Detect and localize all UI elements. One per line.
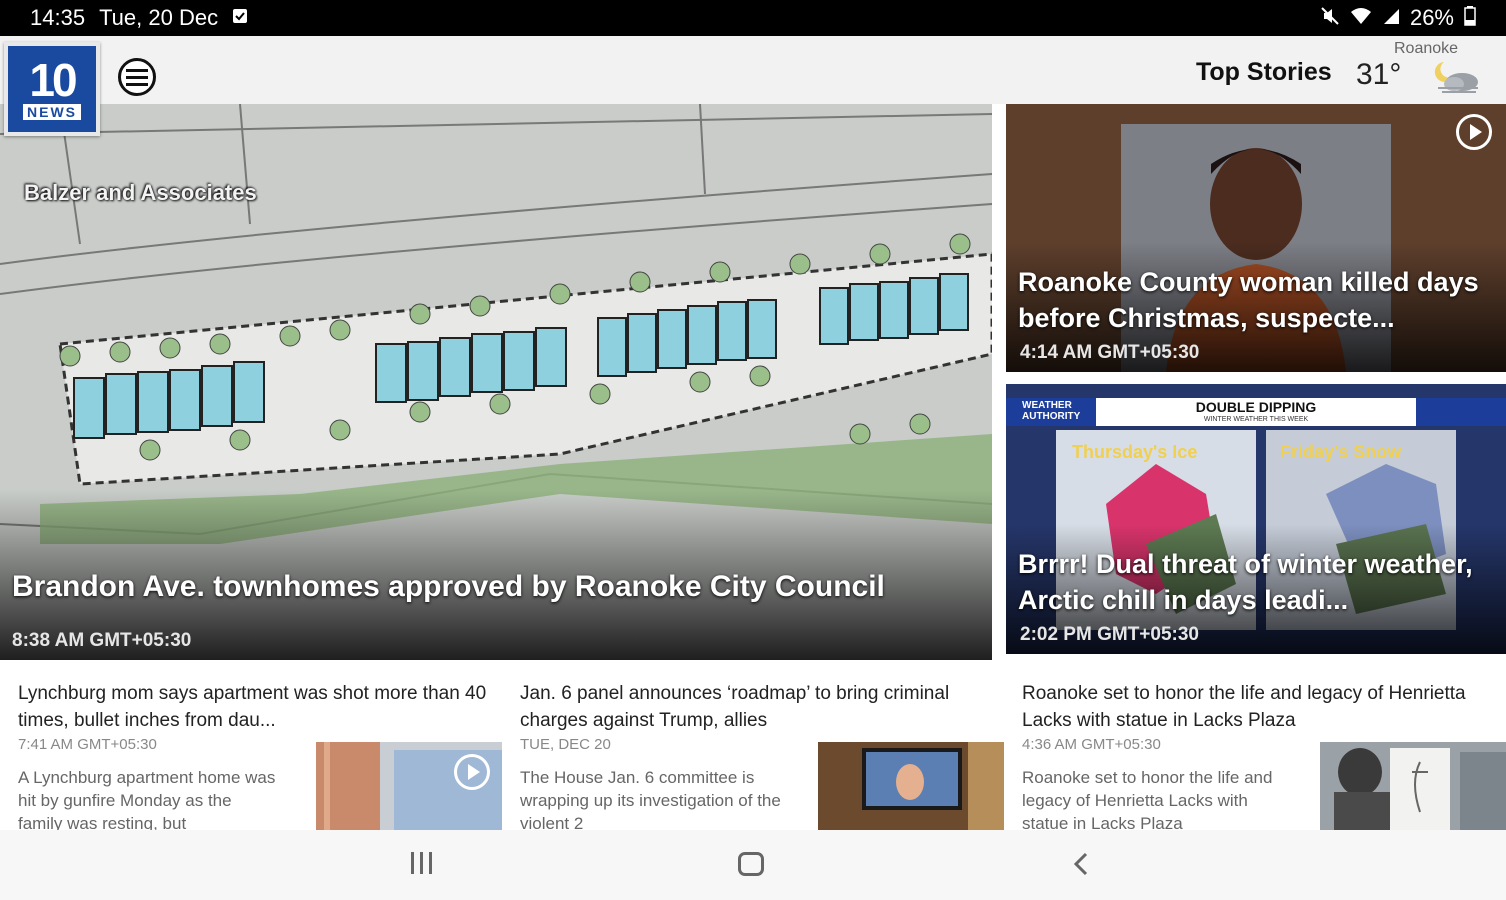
status-time: 14:35 xyxy=(30,5,86,30)
story-card-1[interactable]: Lynchburg mom says apartment was shot mo… xyxy=(18,680,502,830)
story-2-summary: The House Jan. 6 committee is wrapping u… xyxy=(520,768,781,830)
story-card-3[interactable]: Roanoke set to honor the life and legacy… xyxy=(1022,680,1506,830)
side-story-1[interactable]: Roanoke County woman killed days before … xyxy=(1006,104,1506,372)
play-icon[interactable] xyxy=(454,754,490,790)
battery-icon xyxy=(1464,5,1476,31)
back-button[interactable] xyxy=(1072,852,1092,876)
hamburger-icon xyxy=(126,68,148,72)
story-3-summary: Roanoke set to honor the life and legacy… xyxy=(1022,768,1273,830)
story-3-title[interactable]: Roanoke set to honor the life and legacy… xyxy=(1022,680,1506,734)
side-story-1-time: 4:14 AM GMT+05:30 xyxy=(1020,342,1200,363)
section-title[interactable]: Top Stories xyxy=(1196,58,1332,87)
hero-story[interactable]: Balzer and Associates Brandon Ave. townh… xyxy=(0,104,992,660)
side-story-1-headline[interactable]: Roanoke County woman killed days before … xyxy=(1018,264,1498,336)
weather-temperature[interactable]: 31° xyxy=(1356,58,1401,92)
hero-headline[interactable]: Brandon Ave. townhomes approved by Roano… xyxy=(12,570,885,604)
banner-sub: WINTER WEATHER THIS WEEK xyxy=(1203,416,1309,423)
banner-title: DOUBLE DIPPING xyxy=(1195,399,1317,415)
side-story-2-time: 2:02 PM GMT+05:30 xyxy=(1020,624,1199,645)
logo-word: NEWS xyxy=(23,104,81,120)
station-logo[interactable]: 10 NEWS xyxy=(4,42,100,136)
image-caption: Balzer and Associates xyxy=(24,180,257,205)
banner-left: WEATHER AUTHORITY xyxy=(1022,400,1081,422)
night-cloud-icon[interactable] xyxy=(1432,58,1482,94)
map-right-label: Friday's Snow xyxy=(1280,442,1402,462)
weather-city[interactable]: Roanoke xyxy=(1394,40,1458,58)
story-2-title[interactable]: Jan. 6 panel announces ‘roadmap’ to brin… xyxy=(520,680,1004,734)
logo-number: 10 xyxy=(29,54,77,106)
chevron-left-icon xyxy=(1073,852,1088,876)
side-story-2-headline[interactable]: Brrrr! Dual threat of winter weather, Ar… xyxy=(1018,546,1498,618)
story-1-summary: A Lynchburg apartment home was hit by gu… xyxy=(18,768,276,830)
menu-button[interactable] xyxy=(118,58,156,96)
mute-icon xyxy=(1320,6,1340,31)
battery-percent: 26% xyxy=(1409,5,1454,30)
story-3-thumbnail[interactable] xyxy=(1320,742,1506,830)
notification-icon xyxy=(232,8,248,29)
story-card-2[interactable]: Jan. 6 panel announces ‘roadmap’ to brin… xyxy=(520,680,1004,830)
status-bar: 14:35 Tue, 20 Dec 26% xyxy=(0,0,1506,36)
story-2-thumbnail[interactable] xyxy=(818,742,1004,830)
home-button[interactable] xyxy=(738,852,764,876)
story-1-thumbnail[interactable] xyxy=(316,742,502,830)
side-story-2[interactable]: WEATHER AUTHORITY DOUBLE DIPPING WINTER … xyxy=(1006,384,1506,654)
wifi-icon xyxy=(1350,7,1372,30)
story-1-title[interactable]: Lynchburg mom says apartment was shot mo… xyxy=(18,680,502,734)
signal-icon xyxy=(1382,7,1400,30)
status-date: Tue, 20 Dec xyxy=(99,5,219,30)
play-icon[interactable] xyxy=(1456,114,1492,150)
hero-time: 8:38 AM GMT+05:30 xyxy=(12,630,192,651)
recent-apps-button[interactable] xyxy=(406,852,436,876)
map-left-label: Thursday's Ice xyxy=(1072,442,1198,462)
